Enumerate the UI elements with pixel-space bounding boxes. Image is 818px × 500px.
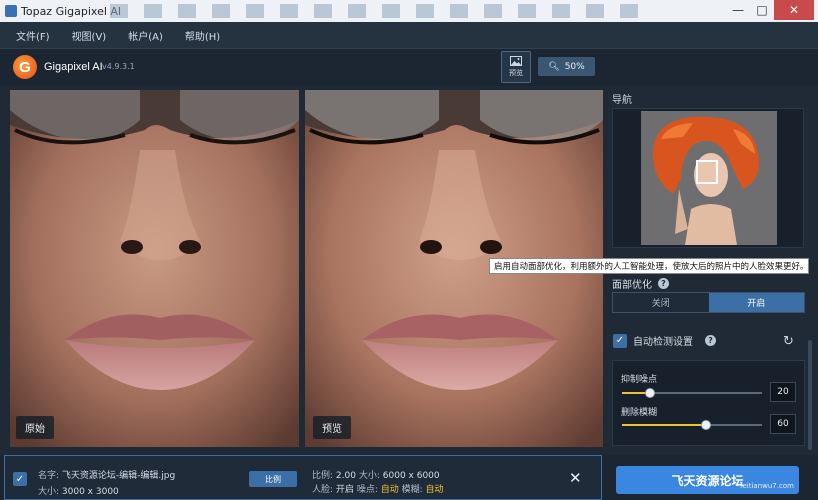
preview-button-label: 预览 [509,69,523,77]
menu-bar: 文件(F) 视图(V) 帐户(A) 帮助(H) [0,22,818,48]
file-name: 飞天资源论坛-编辑-编辑.jpg [61,471,176,481]
face-status-label: 人脸: [312,485,334,495]
face-refinement-heading: 面部优化 ? [612,276,669,291]
menu-help[interactable]: 帮助(H) [185,28,220,43]
blur-slider-fill [622,424,706,426]
scale-value: 2.00 [335,471,356,481]
noise-slider-label: 抑制噪点 [621,375,658,385]
original-label: 原始 [16,416,54,439]
zoom-button[interactable]: 🔍︎ 50% [538,57,595,76]
window-titlebar: Topaz Gigapixel AI — □ ✕ [0,0,818,22]
file-info-row[interactable]: ✓ 名字: 飞天资源论坛-编辑-编辑.jpg 大小: 3000 x 3000 比… [4,455,602,500]
scale-button[interactable]: 比例 [249,471,297,487]
blur-slider-thumb[interactable] [701,420,711,430]
file-select-checkbox[interactable]: ✓ [13,472,27,486]
face-on-option[interactable]: 开启 [708,293,804,312]
face-refinement-tooltip: 启用自动面部优化，利用额外的人工智能处理，使放大后的照片中的人脸效果更好。 [489,258,809,274]
remove-file-icon[interactable]: ✕ [569,469,582,487]
blur-status-label: 模糊: [401,485,423,495]
file-name-field: 名字: 飞天资源论坛-编辑-编辑.jpg [38,468,175,481]
window-controls: — □ ✕ [726,0,814,20]
noise-status-value: 自动 [380,485,399,495]
gigapixel-logo-icon: G [13,55,37,79]
zoom-label: 50% [564,61,585,72]
app-header: G Gigapixel AI v4.9.3.1 预览 🔍︎ 50% [0,48,818,86]
zoom-icon: 🔍︎ [548,61,560,72]
maximize-button[interactable]: □ [750,0,774,20]
face-status-value: 开启 [335,485,354,495]
preview-mode-button[interactable]: 预览 [501,51,531,83]
blur-slider[interactable] [622,420,762,430]
file-size-field: 大小: 3000 x 3000 [38,484,119,497]
navigator-thumbnail [641,111,777,245]
file-size: 3000 x 3000 [61,487,119,497]
close-window-button[interactable]: ✕ [774,0,814,20]
menu-account[interactable]: 帐户(A) [128,28,163,43]
noise-value[interactable]: 20 [770,382,796,402]
navigator-panel[interactable] [612,108,804,248]
right-panel-scrollbar[interactable] [808,340,812,450]
auto-detect-label: 自动检测设置 [633,337,693,348]
output-size-label: 大小: [358,471,380,481]
minimize-button[interactable]: — [726,0,750,20]
help-icon[interactable]: ? [705,335,716,346]
auto-detect-checkbox[interactable]: ✓ [613,333,627,348]
original-image-pane[interactable]: 原始 [10,90,299,447]
version-label: v4.9.3.1 [102,62,135,71]
auto-detect-row: ✓ 自动检测设置 ? [613,333,716,348]
app-icon [5,5,17,17]
brand-name: Gigapixel AI [44,61,103,73]
preview-label: 预览 [313,416,351,439]
face-off-option[interactable]: 关闭 [613,293,709,312]
help-icon[interactable]: ? [658,278,669,289]
watermark-text: feitianwu7.com [740,482,794,490]
settings-sliders: 抑制噪点 20 删除模糊 60 [612,360,805,446]
window-title: Topaz Gigapixel AI [21,4,122,18]
reset-icon[interactable]: ↻ [783,334,794,349]
scale-label: 比例: [312,471,334,481]
output-size-value: 6000 x 6000 [382,471,440,481]
taskbar-thumbnails [110,4,638,18]
original-face-image [10,90,299,447]
noise-slider-thumb[interactable] [645,388,655,398]
blur-value[interactable]: 60 [770,414,796,434]
output-info-line2: 人脸: 开启 噪点: 自动 模糊: 自动 [312,482,444,495]
file-name-label: 名字: [38,471,60,481]
navigator-title: 导航 [612,95,632,106]
blur-slider-label: 删除模糊 [621,408,658,418]
blur-status-value: 自动 [425,485,444,495]
face-refinement-toggle[interactable]: 关闭 开启 [612,292,805,313]
noise-slider[interactable] [622,388,762,398]
noise-status-label: 噪点: [356,485,378,495]
file-size-label: 大小: [38,487,60,497]
menu-view[interactable]: 视图(V) [72,28,107,43]
face-refinement-title: 面部优化 [612,280,652,291]
image-icon [510,56,522,66]
output-info-line1: 比例: 2.00 大小: 6000 x 6000 [312,468,440,481]
menu-file[interactable]: 文件(F) [16,28,50,43]
